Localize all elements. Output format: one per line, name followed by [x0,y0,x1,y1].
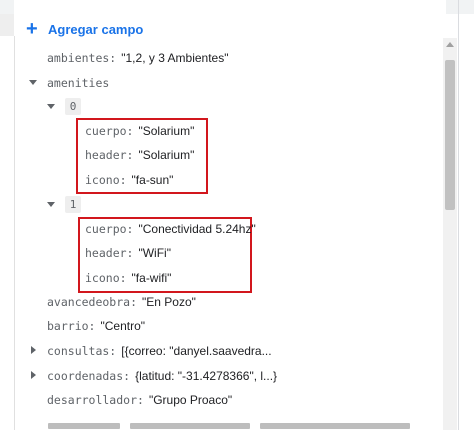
field-row-header[interactable]: header: "Solarium" [85,145,194,165]
field-row-desarrollador[interactable]: desarrollador: "Grupo Proaco" [47,390,232,410]
field-value: [{correo: "danyel.saavedra... [121,344,272,358]
right-divider [458,0,459,430]
field-row-cuerpo[interactable]: cuerpo: "Conectividad 5.24hz" [85,219,256,239]
add-field-button[interactable]: + Agregar campo [26,19,143,39]
field-value: {latitud: "-31.4278366", l...} [135,369,278,383]
field-value: "Solarium" [138,124,195,138]
field-value: "fa-sun" [131,173,174,187]
field-row-cuerpo[interactable]: cuerpo: "Solarium" [85,121,194,141]
scrollbar-thumb[interactable] [445,60,455,210]
caret-right-icon[interactable] [31,346,36,354]
vertical-scrollbar[interactable] [443,38,457,430]
field-key: header: [85,148,134,162]
field-value: "WiFi" [138,246,171,260]
field-value: "Grupo Proaco" [148,393,233,407]
left-panel-strip [0,14,14,36]
field-row-coordenadas[interactable]: coordenadas: {latitud: "-31.4278366", l.… [47,366,277,386]
field-key: header: [85,246,134,260]
field-value: "Solarium" [138,148,195,162]
field-key: avancedeobra: [47,295,138,309]
plus-icon: + [26,18,38,40]
field-key: cuerpo: [85,124,134,138]
field-key: barrio: [47,319,96,333]
array-index-badge: 1 [65,196,81,213]
top-panel-strip [0,0,474,14]
scroll-up-arrow-icon[interactable] [446,42,454,47]
array-index-badge: 0 [65,98,81,115]
field-row-icono[interactable]: icono: "fa-sun" [85,170,173,190]
caret-down-icon[interactable] [29,80,37,85]
truncated-row [30,418,440,430]
field-row-avancedeobra[interactable]: avancedeobra: "En Pozo" [47,292,196,312]
field-key: consultas: [47,344,117,358]
field-key: icono: [85,173,127,187]
field-value: "fa-wifi" [131,271,172,285]
field-key: desarrollador: [47,393,144,407]
field-value: "En Pozo" [142,295,196,309]
left-divider [14,36,15,430]
field-key: coordenadas: [47,369,131,383]
caret-right-icon[interactable] [31,371,36,379]
add-field-label: Agregar campo [48,21,144,37]
caret-down-icon[interactable] [47,202,55,207]
field-row-header[interactable]: header: "WiFi" [85,243,171,263]
field-value: "1,2, y 3 Ambientes" [121,51,229,65]
field-row-amenities[interactable]: amenities [47,73,109,93]
field-row-ambientes[interactable]: ambientes: "1,2, y 3 Ambientes" [47,48,229,68]
caret-down-icon[interactable] [47,104,55,109]
field-value: "Conectividad 5.24hz" [138,222,256,236]
field-key: ambientes: [47,51,117,65]
field-row-barrio[interactable]: barrio: "Centro" [47,316,145,336]
field-key: cuerpo: [85,222,134,236]
field-row-icono[interactable]: icono: "fa-wifi" [85,268,171,288]
field-value: "Centro" [100,319,146,333]
field-key: icono: [85,271,127,285]
field-key: amenities [47,76,110,90]
field-row-consultas[interactable]: consultas: [{correo: "danyel.saavedra... [47,341,272,361]
